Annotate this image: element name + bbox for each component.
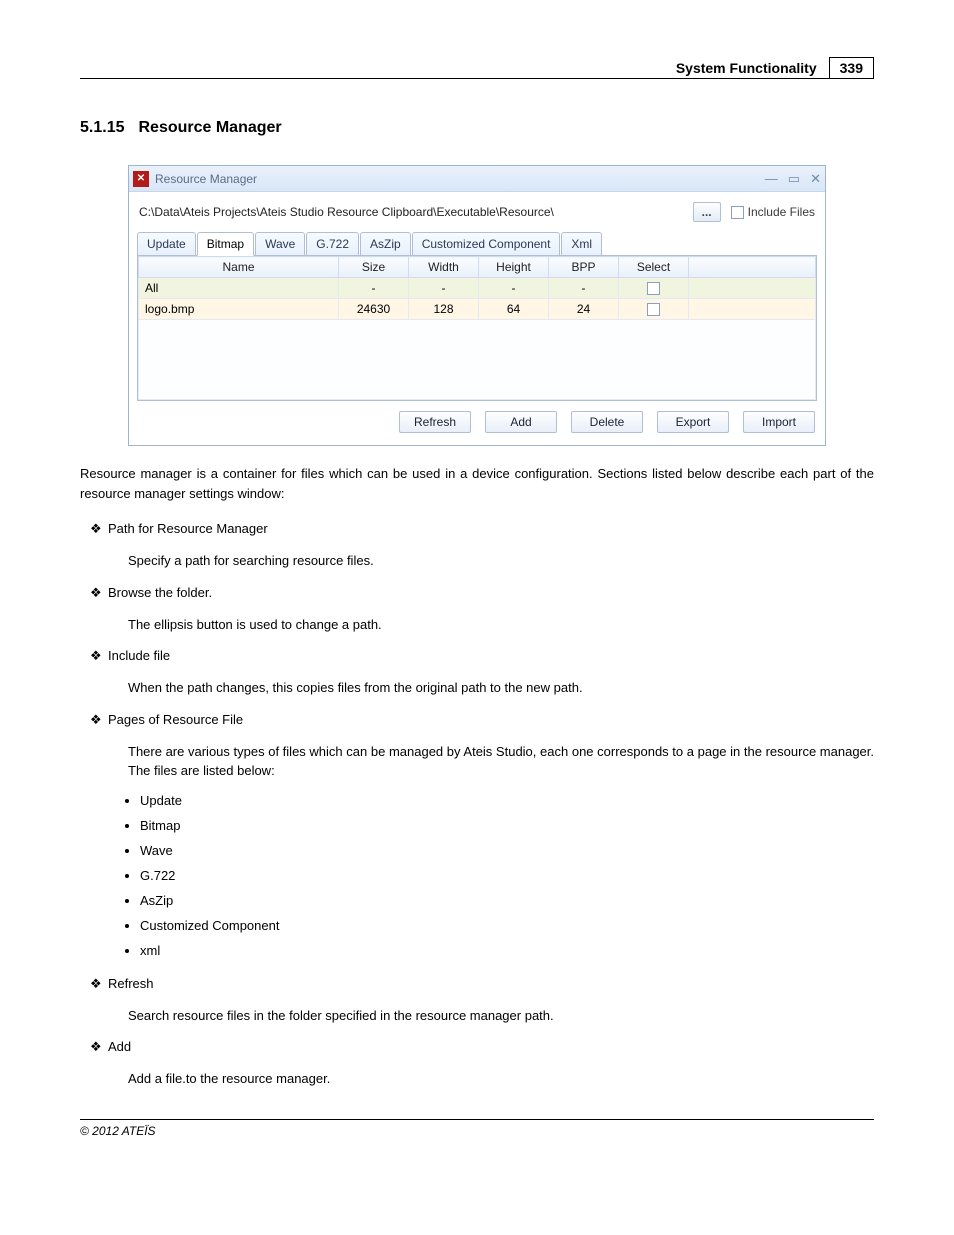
export-button[interactable]: Export — [657, 411, 729, 433]
delete-button[interactable]: Delete — [571, 411, 643, 433]
bullet-description: Add a file.to the resource manager. — [128, 1069, 874, 1089]
diamond-icon: ❖ — [90, 648, 108, 664]
app-icon: ✕ — [133, 171, 149, 187]
list-item: Bitmap — [140, 818, 874, 833]
cell: 24630 — [339, 299, 409, 320]
bullet-item: ❖Pages of Resource File — [90, 712, 874, 728]
bullet-title: Add — [108, 1039, 874, 1054]
maximize-icon[interactable]: ▭ — [788, 171, 800, 187]
bullet-item: ❖Include file — [90, 648, 874, 664]
cell-spacer — [689, 278, 816, 299]
browse-button[interactable]: ... — [693, 202, 721, 222]
diamond-icon: ❖ — [90, 712, 108, 728]
table-row[interactable]: All---- — [139, 278, 816, 299]
cell: 24 — [549, 299, 619, 320]
section-number: 5.1.15 — [80, 119, 124, 136]
include-files-checkbox[interactable] — [731, 206, 744, 219]
cell: 64 — [479, 299, 549, 320]
column-select[interactable]: Select — [619, 257, 689, 278]
bullet-title: Browse the folder. — [108, 585, 874, 600]
cell: - — [479, 278, 549, 299]
column-spacer — [689, 257, 816, 278]
grid-empty-area — [138, 320, 816, 400]
bullet-title: Path for Resource Manager — [108, 521, 874, 536]
resource-grid: NameSizeWidthHeightBPPSelect All----logo… — [138, 256, 816, 320]
list-item: Customized Component — [140, 918, 874, 933]
tab-xml[interactable]: Xml — [561, 232, 602, 255]
list-item: Update — [140, 793, 874, 808]
column-width[interactable]: Width — [409, 257, 479, 278]
column-size[interactable]: Size — [339, 257, 409, 278]
bullet-item: ❖Add — [90, 1039, 874, 1055]
select-checkbox[interactable] — [647, 303, 660, 316]
cell: logo.bmp — [139, 299, 339, 320]
pages-list: Update Bitmap Wave G.722 AsZip Customized Com… — [140, 793, 874, 958]
bullet-title: Refresh — [108, 976, 874, 991]
select-checkbox[interactable] — [647, 282, 660, 295]
refresh-button[interactable]: Refresh — [399, 411, 471, 433]
bullet-description: The ellipsis button is used to change a … — [128, 615, 874, 635]
bullet-description: There are various types of files which c… — [128, 742, 874, 781]
add-button[interactable]: Add — [485, 411, 557, 433]
tab-customized-component[interactable]: Customized Component — [412, 232, 561, 255]
resource-manager-window: ✕ Resource Manager — ▭ ✕ C:\Data\Ateis P… — [128, 165, 826, 446]
bullet-item: ❖Browse the folder. — [90, 585, 874, 601]
bullet-title: Include file — [108, 648, 874, 663]
page-header: System Functionality 339 — [80, 60, 874, 79]
action-buttons: Refresh Add Delete Export Import — [129, 401, 825, 445]
cell: All — [139, 278, 339, 299]
column-height[interactable]: Height — [479, 257, 549, 278]
include-files-label: Include Files — [748, 205, 815, 219]
path-text: C:\Data\Ateis Projects\Ateis Studio Reso… — [139, 205, 683, 219]
section-heading: 5.1.15 Resource Manager — [80, 119, 874, 137]
diamond-icon: ❖ — [90, 976, 108, 992]
cell: 128 — [409, 299, 479, 320]
tab-g-722[interactable]: G.722 — [306, 232, 359, 255]
tab-wave[interactable]: Wave — [255, 232, 305, 255]
titlebar: ✕ Resource Manager — ▭ ✕ — [129, 166, 825, 192]
bullet-description: Search resource files in the folder spec… — [128, 1006, 874, 1026]
close-icon[interactable]: ✕ — [810, 171, 821, 187]
column-bpp[interactable]: BPP — [549, 257, 619, 278]
intro-text: Resource manager is a container for file… — [80, 464, 874, 503]
tab-aszip[interactable]: AsZip — [360, 232, 411, 255]
table-row[interactable]: logo.bmp246301286424 — [139, 299, 816, 320]
import-button[interactable]: Import — [743, 411, 815, 433]
diamond-icon: ❖ — [90, 1039, 108, 1055]
tab-update[interactable]: Update — [137, 232, 196, 255]
list-item: xml — [140, 943, 874, 958]
cell-spacer — [689, 299, 816, 320]
cell: - — [409, 278, 479, 299]
bullet-item: ❖Path for Resource Manager — [90, 521, 874, 537]
diamond-icon: ❖ — [90, 521, 108, 537]
header-title: System Functionality — [676, 60, 817, 76]
list-item: AsZip — [140, 893, 874, 908]
tabs: UpdateBitmapWaveG.722AsZipCustomized Com… — [129, 232, 825, 255]
bullet-description: When the path changes, this copies files… — [128, 678, 874, 698]
list-item: Wave — [140, 843, 874, 858]
window-title: Resource Manager — [155, 172, 765, 186]
minimize-icon[interactable]: — — [765, 171, 778, 187]
diamond-icon: ❖ — [90, 585, 108, 601]
tab-bitmap[interactable]: Bitmap — [197, 232, 254, 256]
list-item: G.722 — [140, 868, 874, 883]
cell: - — [339, 278, 409, 299]
footer: © 2012 ATEÏS — [80, 1119, 874, 1138]
cell: - — [549, 278, 619, 299]
tab-panel: NameSizeWidthHeightBPPSelect All----logo… — [137, 255, 817, 401]
bullet-title: Pages of Resource File — [108, 712, 874, 727]
bullet-item: ❖Refresh — [90, 976, 874, 992]
section-title: Resource Manager — [138, 119, 281, 136]
column-name[interactable]: Name — [139, 257, 339, 278]
bullet-description: Specify a path for searching resource fi… — [128, 551, 874, 571]
page-number: 339 — [829, 57, 874, 79]
